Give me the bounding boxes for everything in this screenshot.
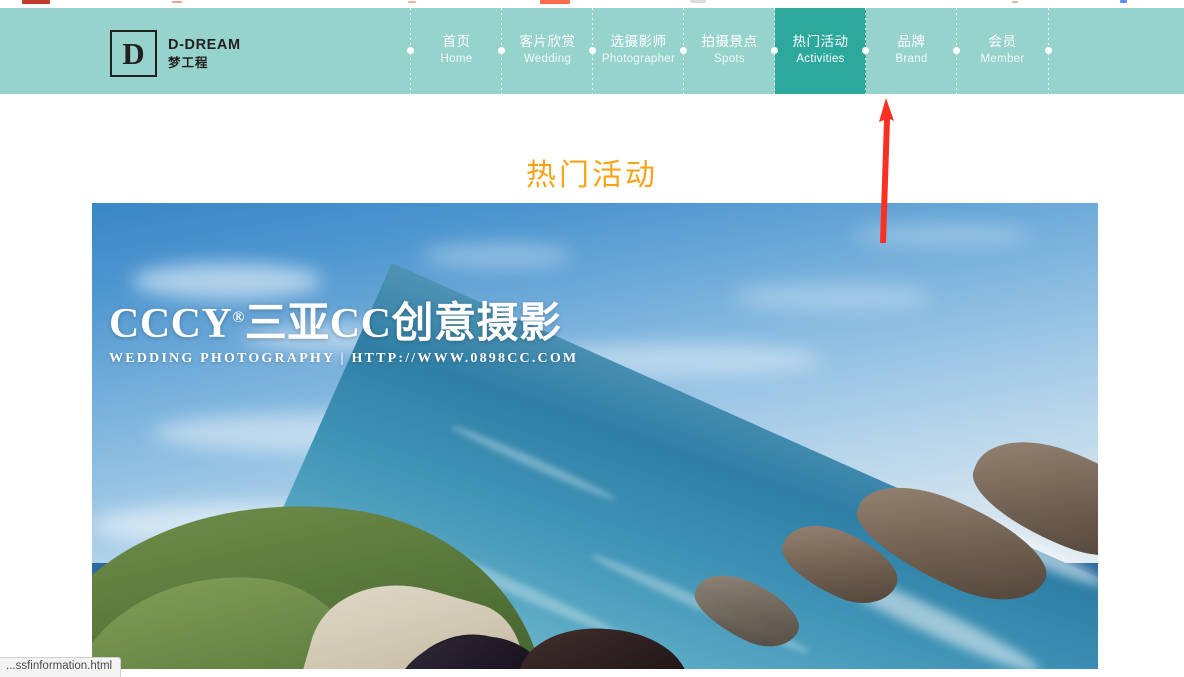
nav-separator-dot-icon xyxy=(771,47,778,54)
nav-label-en: Wedding xyxy=(523,53,572,66)
nav-label-en: Photographer xyxy=(601,53,676,66)
cloud xyxy=(852,223,1032,247)
cloud xyxy=(422,243,572,269)
nav-label-cn: 选摄影师 xyxy=(610,34,667,50)
main-navigation: 首页 Home 客片欣赏 Wedding 选摄影师 Photographer 拍… xyxy=(407,8,1052,94)
nav-label-cn: 品牌 xyxy=(897,34,926,50)
nav-label-cn: 会员 xyxy=(988,34,1017,50)
logo-name-en: D-DREAM xyxy=(168,36,241,53)
logo-letter: D xyxy=(122,35,145,71)
logo-square-icon: D xyxy=(110,30,157,77)
hero-scene xyxy=(92,203,1098,669)
hero-banner-image[interactable]: CCCY®三亚CC创意摄影 WEDDING PHOTOGRAPHY | HTTP… xyxy=(92,203,1098,669)
page-title: 热门活动 xyxy=(526,159,658,193)
nav-label-en: Member xyxy=(980,53,1025,66)
browser-chrome-strip xyxy=(0,0,1184,8)
nav-item-brand[interactable]: 品牌 Brand xyxy=(862,8,957,94)
logo-text: D-DREAM 梦工程 xyxy=(168,37,241,71)
nav-item-home[interactable]: 首页 Home xyxy=(407,8,502,94)
chrome-mark xyxy=(172,1,182,3)
chrome-mark xyxy=(22,0,50,4)
cloud xyxy=(132,263,322,299)
nav-item-photographer[interactable]: 选摄影师 Photographer xyxy=(589,8,684,94)
chrome-mark xyxy=(540,0,570,4)
site-header: D D-DREAM 梦工程 首页 Home 客片欣赏 Wedding 选摄影师 … xyxy=(0,8,1184,94)
chrome-mark xyxy=(1120,0,1127,3)
nav-label-cn: 首页 xyxy=(442,34,471,50)
nav-label-en: Activities xyxy=(796,53,845,66)
nav-label-en: Home xyxy=(440,53,473,66)
nav-label-cn: 热门活动 xyxy=(792,34,849,50)
nav-separator-dot-icon xyxy=(862,47,869,54)
chrome-mark xyxy=(408,1,416,3)
nav-item-member[interactable]: 会员 Member xyxy=(953,8,1052,94)
chrome-mark xyxy=(690,0,706,3)
nav-separator-dot-icon xyxy=(498,47,505,54)
nav-separator-dot-icon xyxy=(407,47,414,54)
nav-label-cn: 拍摄景点 xyxy=(701,34,758,50)
nav-separator-dot-icon xyxy=(680,47,687,54)
nav-label-en: Spots xyxy=(714,53,745,66)
cloud xyxy=(732,283,932,311)
nav-item-activities[interactable]: 热门活动 Activities xyxy=(771,8,866,94)
nav-item-spots[interactable]: 拍摄景点 Spots xyxy=(680,8,775,94)
nav-label-en: Brand xyxy=(895,53,928,66)
logo-name-cn: 梦工程 xyxy=(168,55,209,70)
nav-separator-dot-icon xyxy=(1045,47,1052,54)
nav-label-cn: 客片欣赏 xyxy=(519,34,576,50)
chrome-mark xyxy=(1012,1,1018,3)
nav-item-wedding[interactable]: 客片欣赏 Wedding xyxy=(498,8,593,94)
nav-separator-dot-icon xyxy=(953,47,960,54)
site-logo[interactable]: D D-DREAM 梦工程 xyxy=(110,30,241,77)
browser-status-bar: ...ssfinformation.html xyxy=(0,657,122,677)
nav-separator-dot-icon xyxy=(589,47,596,54)
